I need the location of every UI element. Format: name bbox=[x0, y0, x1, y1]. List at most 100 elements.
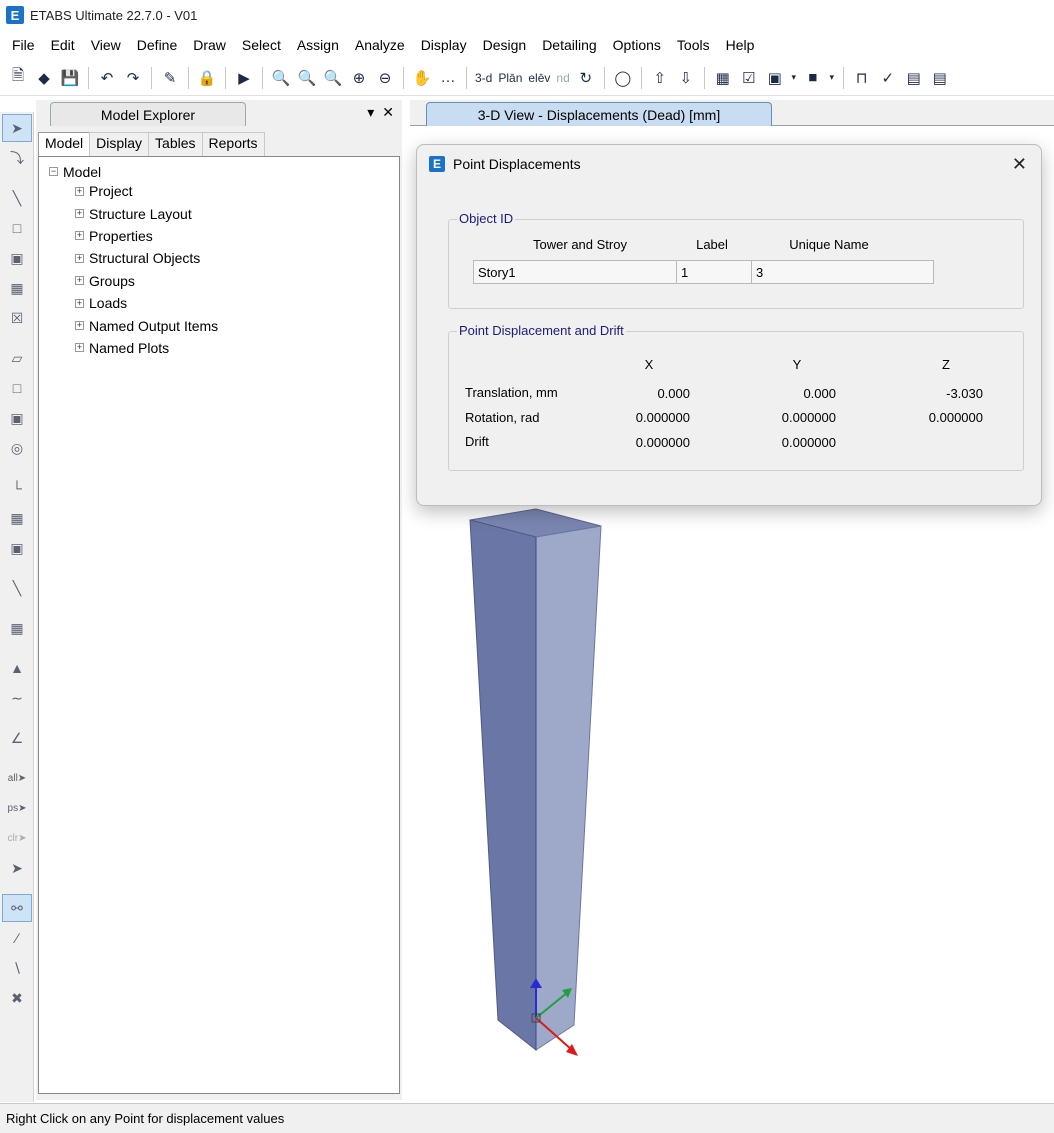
menu-design[interactable]: Design bbox=[475, 35, 535, 55]
tree-item-project[interactable]: + Project bbox=[49, 180, 399, 202]
pointer-icon[interactable]: ➤ bbox=[2, 114, 32, 142]
select-previous-icon[interactable]: ps➤ bbox=[2, 794, 32, 822]
select-all-icon[interactable]: all➤ bbox=[2, 764, 32, 792]
tab-3d-view[interactable]: 3-D View - Displacements (Dead) [mm] bbox=[426, 102, 772, 126]
model-explorer-header[interactable]: Model Explorer bbox=[50, 102, 246, 126]
select-intersecting-icon[interactable]: ➤ bbox=[2, 854, 32, 882]
menu-detailing[interactable]: Detailing bbox=[534, 35, 604, 55]
zoom-restore-icon[interactable]: 🔍 bbox=[295, 65, 319, 91]
draw-brace-icon[interactable]: ▦ bbox=[2, 274, 32, 302]
menu-analyze[interactable]: Analyze bbox=[347, 35, 413, 55]
tree-item-groups[interactable]: + Groups bbox=[49, 270, 399, 292]
view-nd-button[interactable]: nd bbox=[554, 65, 571, 91]
expand-icon[interactable]: + bbox=[75, 186, 84, 196]
perspective-icon[interactable]: ◯ bbox=[611, 65, 635, 91]
draw-rect-floor-icon[interactable]: □ bbox=[2, 374, 32, 402]
rubber-band-icon[interactable]: … bbox=[436, 65, 460, 91]
pan-icon[interactable]: ✋ bbox=[410, 65, 434, 91]
undo-icon[interactable]: ↶ bbox=[95, 65, 119, 91]
object-shrink-icon[interactable]: ▦ bbox=[711, 65, 735, 91]
tree-item-loads[interactable]: + Loads bbox=[49, 292, 399, 314]
expand-icon[interactable]: + bbox=[75, 231, 84, 241]
tab-display[interactable]: Display bbox=[89, 132, 150, 156]
expand-icon[interactable]: + bbox=[75, 276, 84, 286]
tab-model[interactable]: Model bbox=[38, 132, 91, 156]
draw-opening-icon[interactable]: ◎ bbox=[2, 434, 32, 462]
tree-item-structure-layout[interactable]: + Structure Layout bbox=[49, 202, 399, 224]
dropdown-arrow-icon[interactable]: ▾ bbox=[827, 65, 837, 91]
tree-item-named-output-items[interactable]: + Named Output Items bbox=[49, 314, 399, 336]
draw-tendon-icon[interactable]: ∼ bbox=[2, 684, 32, 712]
zoom-out-icon[interactable]: ⊖ bbox=[373, 65, 397, 91]
rotate-icon[interactable]: ↻ bbox=[574, 65, 598, 91]
tree-item-properties[interactable]: + Properties bbox=[49, 225, 399, 247]
redo-icon[interactable]: ↷ bbox=[121, 65, 145, 91]
collapse-icon[interactable]: − bbox=[49, 167, 58, 176]
menu-options[interactable]: Options bbox=[605, 35, 669, 55]
draw-beam-icon[interactable]: □ bbox=[2, 214, 32, 242]
quick-draw-wall-icon[interactable]: ▦ bbox=[2, 504, 32, 532]
tree-root[interactable]: − Model bbox=[49, 163, 399, 180]
story-response-icon[interactable]: ▤ bbox=[902, 65, 926, 91]
draw-grid-icon[interactable]: ▦ bbox=[2, 614, 32, 642]
close-icon[interactable]: ✕ bbox=[1012, 154, 1027, 175]
dropdown-arrow-icon[interactable]: ▾ bbox=[367, 104, 374, 121]
menu-help[interactable]: Help bbox=[718, 35, 763, 55]
tree-item-structural-objects[interactable]: + Structural Objects bbox=[49, 247, 399, 269]
draw-link-icon[interactable]: ╲ bbox=[2, 574, 32, 602]
draw-dimension-icon[interactable]: ∠ bbox=[2, 724, 32, 752]
frame-forces-icon[interactable]: ⊓ bbox=[850, 65, 874, 91]
menu-display[interactable]: Display bbox=[413, 35, 475, 55]
draw-section-cut-icon[interactable]: ▲ bbox=[2, 654, 32, 682]
menu-file[interactable]: File bbox=[4, 35, 43, 55]
draw-wall-icon[interactable]: └ bbox=[2, 474, 32, 502]
expand-icon[interactable]: + bbox=[75, 298, 84, 308]
open-file-icon[interactable]: ◆ bbox=[32, 65, 56, 91]
expand-icon[interactable]: + bbox=[75, 343, 84, 353]
run-analysis-icon[interactable]: ▶ bbox=[232, 65, 256, 91]
draw-x-brace-icon[interactable]: ☒ bbox=[2, 304, 32, 332]
draw-line-icon[interactable]: ╲ bbox=[2, 184, 32, 212]
view-elevation-button[interactable]: elēv bbox=[526, 65, 552, 91]
display-deformed-icon[interactable]: ■ bbox=[801, 65, 825, 91]
expand-icon[interactable]: + bbox=[75, 253, 84, 263]
zoom-in-icon[interactable]: ⊕ bbox=[347, 65, 371, 91]
tab-tables[interactable]: Tables bbox=[148, 132, 203, 156]
close-icon[interactable]: ✕ bbox=[382, 104, 394, 121]
story-drift-icon[interactable]: ▤ bbox=[928, 65, 952, 91]
menu-view[interactable]: View bbox=[83, 35, 129, 55]
draw-wall-opening-icon[interactable]: ▣ bbox=[2, 534, 32, 562]
save-icon[interactable]: 💾 bbox=[58, 65, 82, 91]
zoom-window-icon[interactable]: 🔍 bbox=[269, 65, 293, 91]
menu-draw[interactable]: Draw bbox=[185, 35, 234, 55]
new-file-icon[interactable]: 🗎 bbox=[6, 65, 30, 91]
move-down-icon[interactable]: ⇩ bbox=[674, 65, 698, 91]
reshape-icon[interactable]: ⤵ bbox=[2, 144, 32, 172]
menu-tools[interactable]: Tools bbox=[669, 35, 718, 55]
menu-select[interactable]: Select bbox=[234, 35, 289, 55]
view-3d-button[interactable]: 3-d bbox=[473, 65, 494, 91]
shell-forces-icon[interactable]: ✓ bbox=[876, 65, 900, 91]
dropdown-arrow-icon[interactable]: ▾ bbox=[789, 65, 799, 91]
view-plan-button[interactable]: Plān bbox=[496, 65, 524, 91]
clear-selection-icon[interactable]: clr➤ bbox=[2, 824, 32, 852]
snap-intersections-icon[interactable]: ∖ bbox=[2, 954, 32, 982]
menu-edit[interactable]: Edit bbox=[43, 35, 83, 55]
check-icon[interactable]: ☑ bbox=[737, 65, 761, 91]
move-up-icon[interactable]: ⇧ bbox=[648, 65, 672, 91]
quick-draw-floor-icon[interactable]: ▣ bbox=[2, 404, 32, 432]
tree-item-named-plots[interactable]: + Named Plots bbox=[49, 337, 399, 359]
menu-assign[interactable]: Assign bbox=[289, 35, 347, 55]
snap-perpendicular-icon[interactable]: ✖ bbox=[2, 984, 32, 1012]
expand-icon[interactable]: + bbox=[75, 209, 84, 219]
expand-icon[interactable]: + bbox=[75, 321, 84, 331]
tab-reports[interactable]: Reports bbox=[201, 132, 265, 156]
draw-column-icon[interactable]: ▣ bbox=[2, 244, 32, 272]
display-undeformed-icon[interactable]: ▣ bbox=[763, 65, 787, 91]
menu-define[interactable]: Define bbox=[129, 35, 185, 55]
lock-icon[interactable]: 🔒 bbox=[195, 65, 219, 91]
snap-ends-icon[interactable]: ∕ bbox=[2, 924, 32, 952]
draw-floor-icon[interactable]: ▱ bbox=[2, 344, 32, 372]
snap-points-icon[interactable]: ⚯ bbox=[2, 894, 32, 922]
pencil-icon[interactable]: ✎ bbox=[158, 65, 182, 91]
